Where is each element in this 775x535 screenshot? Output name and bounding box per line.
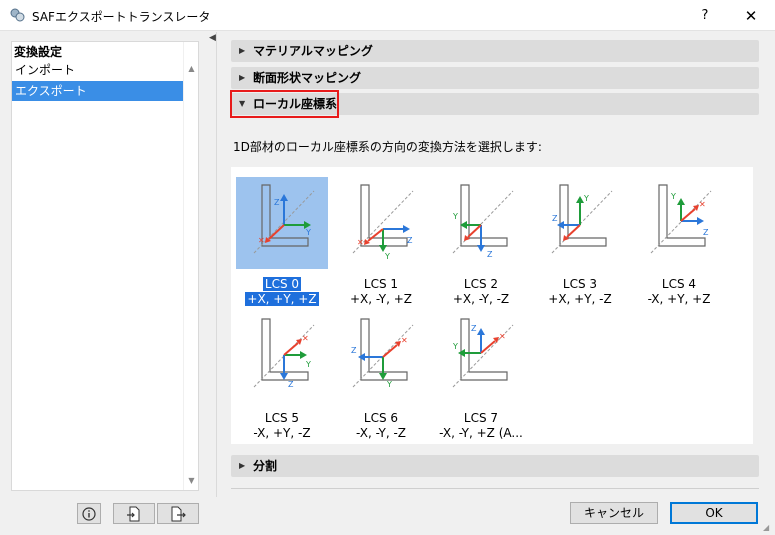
svg-text:Y: Y [386,380,392,389]
svg-text:Y: Y [670,192,676,201]
svg-text:Z: Z [471,324,477,333]
lcs-6-diagram: Z Y ✕ [351,318,414,389]
scroll-down-icon[interactable]: ▼ [184,476,199,485]
collapse-panel-icon[interactable]: ◀ [209,33,216,43]
resize-grip-icon[interactable]: ◢ [763,523,773,533]
lcs-7-diagram: Y Z ✕ [452,318,514,388]
ok-button[interactable]: OK [670,502,758,524]
chevron-right-icon: ▶ [239,73,246,82]
svg-text:Z: Z [552,214,558,223]
svg-text:Y: Y [384,252,390,261]
lcs-option-3[interactable]: Y Z LCS 3 +X, +Y, -Z [534,177,626,309]
svg-text:✕: ✕ [401,336,408,345]
lcs-1-name: LCS 1 [363,277,399,291]
lcs-option-7[interactable]: Y Z ✕ LCS 7 -X, -Y, +Z (A... [435,311,527,443]
settings-tree: 変換設定 インポート エクスポート ▲ ▼ [11,41,199,491]
lcs-2-name: LCS 2 [463,277,499,291]
footer-divider [231,488,759,489]
tree-item-import[interactable]: インポート [12,60,184,80]
lcs-5-diagram: Y Z ✕ [253,318,315,389]
lcs-2-axes: +X, -Y, -Z [452,292,510,306]
section-label: 断面形状マッピング [253,71,362,85]
lcs-3-axes: +X, +Y, -Z [548,292,612,306]
lcs-2-diagram: Y Z [452,184,514,259]
svg-text:Z: Z [487,250,493,259]
svg-text:Y: Y [452,342,458,351]
tree-scrollbar[interactable]: ▲ ▼ [183,42,198,490]
help-button[interactable]: ? [690,4,720,28]
svg-text:Z: Z [351,346,357,355]
section-split[interactable]: ▶ 分割 [231,455,759,477]
svg-text:✕: ✕ [499,332,506,341]
lcs-3-name: LCS 3 [562,277,598,291]
lcs-option-6[interactable]: Z Y ✕ LCS 6 -X, -Y, -Z [335,311,427,443]
svg-text:✕: ✕ [258,236,265,245]
lcs-7-name: LCS 7 [463,411,499,425]
lcs-1-axes: +X, -Y, +Z [349,292,413,306]
lcs-4-name: LCS 4 [661,277,697,291]
section-material-mapping[interactable]: ▶ マテリアルマッピング [231,40,759,62]
tree-item-export[interactable]: エクスポート [12,81,184,101]
lcs-option-1[interactable]: Z Y ✕ LCS 1 +X, -Y, +Z [335,177,427,309]
svg-text:Z: Z [288,380,294,389]
section-label: マテリアルマッピング [253,44,373,58]
svg-text:✕: ✕ [699,200,706,209]
lcs-0-name: LCS 0 [262,277,302,291]
tree-header: 変換設定 [14,45,63,59]
info-icon [82,507,96,521]
lcs-0-diagram: Z Y ✕ [236,177,328,269]
lcs-6-name: LCS 6 [363,411,399,425]
lcs-4-axes: -X, +Y, +Z [647,292,711,306]
svg-text:✕: ✕ [357,238,364,247]
lcs-0-axes: +X, +Y, +Z [245,292,319,306]
cancel-button[interactable]: キャンセル [570,502,658,524]
lcs-3-diagram: Y Z [551,184,613,254]
lcs-option-panel: Z Y ✕ LCS 0 +X, +Y, +Z Z Y ✕ LCS 1 +X, -… [231,167,753,444]
svg-text:✕: ✕ [302,334,309,343]
lcs-option-2[interactable]: Y Z LCS 2 +X, -Y, -Z [435,177,527,309]
title-bar: SAFエクスポートトランスレータ ? ✕ [0,0,775,31]
svg-text:Z: Z [407,236,413,245]
section-highlight [230,90,339,118]
scroll-up-icon[interactable]: ▲ [184,64,199,73]
close-button[interactable]: ✕ [736,4,766,28]
svg-text:Y: Y [305,360,311,369]
lcs-7-axes: -X, -Y, +Z (A... [439,426,523,440]
export-settings-button[interactable] [157,503,199,524]
svg-text:Z: Z [703,228,709,237]
lcs-description: 1D部材のローカル座標系の方向の変換方法を選択します: [233,140,542,154]
export-file-icon [171,506,186,522]
svg-text:Z: Z [274,198,280,207]
info-button[interactable] [77,503,101,524]
section-label: 分割 [253,459,278,473]
lcs-option-0[interactable]: Z Y ✕ LCS 0 +X, +Y, +Z [236,177,328,309]
lcs-5-axes: -X, +Y, -Z [253,426,311,440]
lcs-5-name: LCS 5 [264,411,300,425]
svg-text:Y: Y [305,228,311,237]
lcs-4-diagram: Y Z ✕ [650,184,712,254]
lcs-option-4[interactable]: Y Z ✕ LCS 4 -X, +Y, +Z [633,177,725,309]
svg-text:Y: Y [583,194,589,203]
import-settings-button[interactable] [113,503,155,524]
panel-divider [216,32,217,497]
chevron-right-icon: ▶ [239,461,246,470]
svg-text:Y: Y [452,212,458,221]
section-profile-mapping[interactable]: ▶ 断面形状マッピング [231,67,759,89]
lcs-option-5[interactable]: Y Z ✕ LCS 5 -X, +Y, -Z [236,311,328,443]
window-title: SAFエクスポートトランスレータ [32,10,211,24]
import-file-icon [127,506,140,522]
chevron-right-icon: ▶ [239,46,246,55]
translator-app-icon [10,8,25,22]
lcs-1-diagram: Z Y ✕ [352,184,414,261]
lcs-6-axes: -X, -Y, -Z [356,426,406,440]
